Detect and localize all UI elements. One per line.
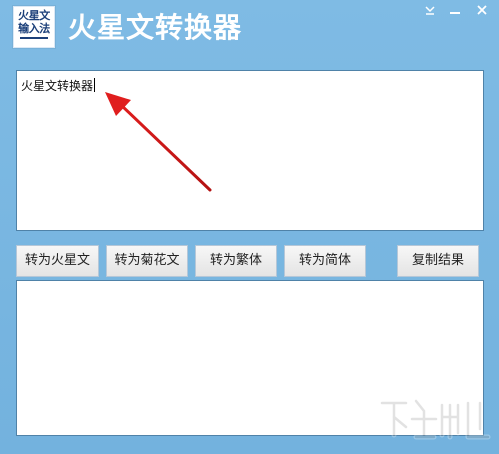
convert-to-chrysanthemum-button[interactable]: 转为菊花文 (106, 245, 188, 277)
input-textarea[interactable]: 火星文转换器 (16, 70, 484, 231)
chevron-down-icon (425, 6, 435, 15)
close-icon (477, 5, 487, 15)
watermark-logo-icon (379, 398, 491, 440)
app-window: 火星文 输入法 火星文转换器 火星文转换器 转为火星文 转为菊花文 转为繁体 转… (0, 0, 499, 454)
app-logo: 火星文 输入法 (13, 6, 55, 48)
convert-to-simplified-button[interactable]: 转为简体 (284, 245, 366, 277)
logo-text-line2: 输入法 (18, 22, 50, 35)
text-caret (94, 78, 96, 92)
input-text: 火星文转换器 (21, 79, 94, 93)
convert-to-traditional-button[interactable]: 转为繁体 (195, 245, 277, 277)
minimize-button[interactable] (447, 2, 463, 16)
menu-dropdown-button[interactable] (422, 2, 438, 16)
minimize-icon (450, 12, 460, 14)
logo-underline (20, 37, 48, 39)
copy-result-button[interactable]: 复制结果 (397, 245, 479, 277)
close-button[interactable] (474, 2, 490, 16)
convert-to-martian-button[interactable]: 转为火星文 (16, 245, 99, 277)
app-title: 火星文转换器 (68, 11, 243, 44)
logo-text-line1: 火星文 (18, 9, 50, 22)
